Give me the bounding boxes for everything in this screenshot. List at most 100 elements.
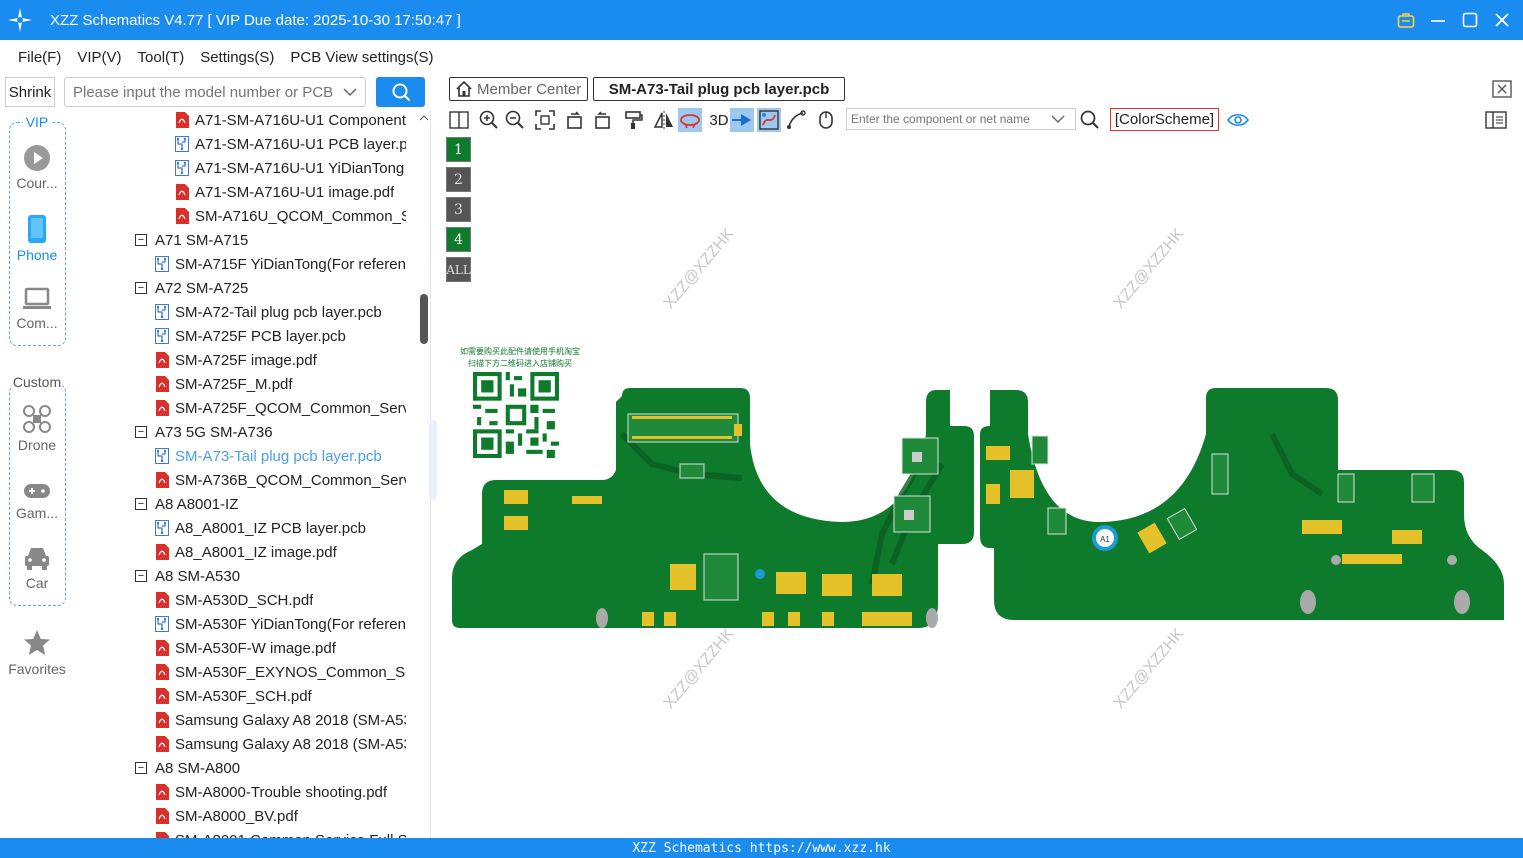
paint-brush-icon[interactable] [621, 108, 645, 132]
split-view-icon[interactable] [447, 108, 471, 132]
tree-file-item[interactable]: Samsung Galaxy A8 2018 (SM-A53 [155, 732, 406, 756]
tree-folder[interactable]: − A72 SM-A725 [135, 276, 406, 300]
tree-folder[interactable]: − A73 5G SM-A736 [135, 420, 406, 444]
rotate-left-icon[interactable] [563, 108, 587, 132]
tree-file-item[interactable]: A71-SM-A716U-U1 Component [175, 110, 406, 132]
component-search-input[interactable] [851, 112, 1051, 126]
nav-item-car[interactable]: Car [0, 544, 74, 591]
tree-file-item[interactable]: SM-A736B_QCOM_Common_Servic [155, 468, 406, 492]
tree-item-label: SM-A736B_QCOM_Common_Servic [175, 471, 406, 489]
collapse-icon[interactable]: − [135, 426, 147, 438]
component-search-box[interactable] [846, 108, 1076, 130]
menu-settings[interactable]: Settings(S) [200, 49, 274, 66]
scroll-up-icon[interactable] [419, 114, 429, 122]
tree-file-item[interactable]: SM-A530F_SCH.pdf [155, 684, 406, 708]
menu-vip[interactable]: VIP(V) [77, 49, 121, 66]
nav-item-game[interactable]: Gam... [0, 480, 74, 521]
component-a1-label[interactable]: A1 [1100, 535, 1110, 544]
tree-file-item[interactable]: SM-A8000_BV.pdf [155, 804, 406, 828]
menu-tool[interactable]: Tool(T) [138, 49, 185, 66]
tab-pcb-file[interactable]: SM-A73-Tail plug pcb layer.pcb [593, 77, 845, 101]
side-panel-icon[interactable] [1484, 108, 1508, 132]
layer-1-button[interactable]: 1 [446, 137, 471, 162]
pcb-canvas[interactable]: XZZ@XZZHK XZZ@XZZHK XZZ@XZZHK XZZ@XZZHK … [442, 134, 1522, 838]
tree-file-item[interactable]: A71-SM-A716U-U1 PCB layer.pcb [175, 132, 406, 156]
tree-file-item[interactable]: SM-A716U_QCOM_Common_Se [175, 204, 406, 228]
layer-3-button[interactable]: 3 [446, 197, 471, 222]
tree-folder[interactable]: − A8 SM-A800 [135, 756, 406, 780]
measure-icon[interactable] [784, 108, 808, 132]
tree-item-label: A8 SM-A800 [155, 759, 241, 777]
layer-2-button[interactable]: 2 [446, 167, 471, 192]
tree-file-item[interactable]: SM-A530F-W image.pdf [155, 636, 406, 660]
collapse-icon[interactable]: − [135, 234, 147, 246]
search-icon [392, 83, 410, 102]
tree-folder[interactable]: − A71 SM-A715 [135, 228, 406, 252]
collapse-icon[interactable]: − [135, 498, 147, 510]
pin-arrow-icon[interactable] [730, 108, 754, 132]
tree-file-item[interactable]: SM-A530F_EXYNOS_Common_Serv [155, 660, 406, 684]
maximize-button[interactable] [1459, 9, 1481, 31]
layer-4-button[interactable]: 4 [446, 227, 471, 252]
nav-item-computer[interactable]: Com... [0, 286, 74, 331]
tree-file-item[interactable]: SM-A72-Tail plug pcb layer.pcb [155, 300, 406, 324]
collapse-icon[interactable]: − [135, 570, 147, 582]
tree-file-item[interactable]: A8_A8001_IZ image.pdf [155, 540, 406, 564]
zoom-in-icon[interactable] [477, 108, 501, 132]
eye-icon[interactable] [1226, 108, 1250, 132]
pdf-file-icon [175, 184, 195, 200]
net-highlight-icon[interactable] [757, 108, 781, 132]
tree-folder[interactable]: − A8 A8001-IZ [135, 492, 406, 516]
nav-item-phone[interactable]: Phone [0, 214, 74, 263]
pcb-board[interactable]: A1 [442, 134, 1522, 838]
layer-all-button[interactable]: ALL [446, 257, 471, 282]
tree-file-item[interactable]: SM-A8000-Trouble shooting.pdf [155, 780, 406, 804]
mouse-icon[interactable] [814, 108, 838, 132]
search-button[interactable] [376, 77, 425, 107]
tree-file-item[interactable]: SM-A725F_QCOM_Common_Servic [155, 396, 406, 420]
tree-file-item[interactable]: SM-A73-Tail plug pcb layer.pcb [155, 444, 406, 468]
tree-scroll-thumb[interactable] [420, 294, 428, 344]
model-search-box[interactable] [64, 77, 366, 107]
tree-item-label: A72 SM-A725 [155, 279, 249, 297]
minimize-button[interactable] [1427, 9, 1449, 31]
tree-file-item[interactable]: SM-A725F PCB layer.pcb [155, 324, 406, 348]
color-scheme-button[interactable]: [ColorScheme] [1110, 108, 1219, 131]
tree-file-item[interactable]: SM-A530D_SCH.pdf [155, 588, 406, 612]
tree-file-item[interactable]: A8_A8001_IZ PCB layer.pcb [155, 516, 406, 540]
menu-file[interactable]: File(F) [18, 49, 61, 66]
flip-board-icon[interactable] [678, 108, 702, 132]
nav-item-courses[interactable]: Cour... [0, 144, 74, 191]
zoom-out-icon[interactable] [503, 108, 527, 132]
nav-item-drone[interactable]: Drone [0, 404, 74, 453]
nav-item-favorites[interactable]: Favorites [0, 628, 74, 677]
window-title: XZZ Schematics V4.77 [ VIP Due date: 202… [50, 11, 461, 29]
menu-pcb-view-settings[interactable]: PCB View settings(S) [290, 49, 433, 66]
component-search-icon[interactable] [1078, 108, 1102, 132]
tree-file-item[interactable]: SM-A530F YiDianTong(For referen [155, 612, 406, 636]
model-search-input[interactable] [73, 83, 343, 101]
title-bar: XZZ Schematics V4.77 [ VIP Due date: 202… [0, 0, 1523, 40]
tree-file-item[interactable]: SM-A8001 Common Service Full S [155, 828, 406, 838]
tree-file-item[interactable]: SM-A725F image.pdf [155, 348, 406, 372]
tree-file-item[interactable]: A71-SM-A716U-U1 image.pdf [175, 180, 406, 204]
vip-bag-icon[interactable] [1395, 9, 1417, 31]
chevron-down-icon[interactable] [1051, 114, 1065, 124]
rotate-right-icon[interactable] [590, 108, 614, 132]
pdf-file-icon [155, 352, 175, 368]
mirror-icon[interactable] [652, 108, 676, 132]
tree-file-item[interactable]: SM-A725F_M.pdf [155, 372, 406, 396]
collapse-icon[interactable]: − [135, 762, 147, 774]
panel-divider[interactable] [429, 110, 440, 838]
tree-folder[interactable]: − A8 SM-A530 [135, 564, 406, 588]
collapse-icon[interactable]: − [135, 282, 147, 294]
chevron-down-icon[interactable] [343, 87, 357, 97]
fit-screen-icon[interactable] [533, 108, 557, 132]
tab-member-center[interactable]: Member Center [449, 77, 588, 101]
tree-file-item[interactable]: Samsung Galaxy A8 2018 (SM-A53 [155, 708, 406, 732]
close-button[interactable] [1491, 9, 1513, 31]
tree-file-item[interactable]: SM-A715F YiDianTong(For referen [155, 252, 406, 276]
shrink-button[interactable]: Shrink [5, 77, 55, 107]
close-tabs-icon[interactable] [1492, 80, 1512, 98]
tree-file-item[interactable]: A71-SM-A716U-U1 YiDianTong [175, 156, 406, 180]
